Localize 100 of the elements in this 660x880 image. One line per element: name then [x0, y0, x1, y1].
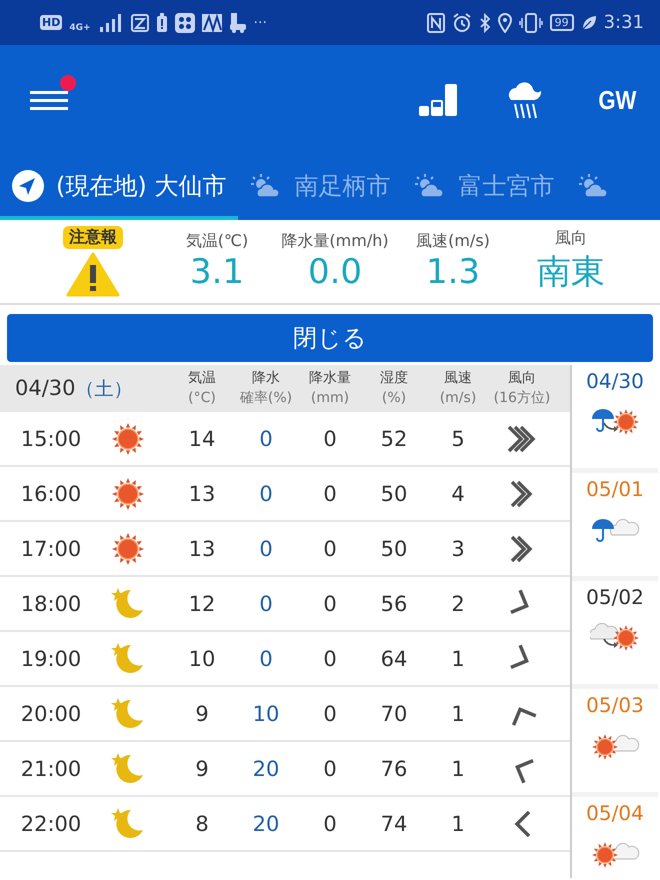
advisory-badge: 注意報: [63, 226, 123, 249]
humidity-cell-text: 50: [380, 482, 408, 506]
temperature-cell-text: 14: [188, 426, 216, 450]
app-grid-icon: [174, 12, 195, 32]
temperature-cell-text: 8: [194, 812, 210, 836]
humidity-cell-text: 52: [380, 426, 408, 450]
column-heading: 湿度: [380, 368, 408, 388]
clock-time: 3:31: [604, 12, 644, 33]
precip-amount-cell-text: 0: [322, 702, 338, 726]
column-unit: 確率(%): [240, 388, 292, 408]
time-cell-text: 16:00: [20, 482, 82, 506]
wind-speed-cell-text: 3: [450, 536, 466, 560]
date-heading: 04/30（土）: [14, 376, 134, 402]
humidity-cell-text: 64: [380, 646, 408, 670]
time-cell-text: 20:00: [20, 702, 82, 726]
precip-probability-cell-text: 20: [252, 756, 280, 780]
battery-level: 99: [550, 14, 574, 31]
precip-amount-cell-text: 0: [322, 646, 338, 670]
day-date: 04/30: [586, 369, 644, 393]
day-card[interactable]: 05/01: [572, 473, 658, 576]
ranking-steps-icon[interactable]: [419, 82, 458, 118]
day-date: 05/03: [586, 693, 644, 717]
time-cell-text: 17:00: [20, 536, 82, 560]
column-unit: (mm): [310, 388, 350, 408]
gw-button[interactable]: GW: [598, 84, 637, 116]
column-unit: (°C): [188, 388, 216, 408]
wind-speed-cell-text: 1: [450, 756, 466, 780]
location-icon: [498, 12, 512, 32]
precip-probability-cell-text: 20: [252, 812, 280, 836]
column-heading: 降水: [252, 368, 280, 388]
temperature-cell-text: 10: [188, 646, 216, 670]
humidity-cell-text: 74: [380, 812, 408, 836]
day-date: 05/04: [586, 801, 644, 825]
alarm-icon: [452, 12, 472, 32]
battery-alert-icon: [156, 12, 168, 32]
wind-speed-cell-text: 5: [450, 426, 466, 450]
day-card[interactable]: 05/02: [572, 581, 658, 684]
day-card[interactable]: 05/03: [572, 689, 658, 792]
signal-icon: [98, 12, 124, 32]
temperature-cell-text: 12: [188, 592, 216, 616]
nfc-icon: [426, 12, 445, 32]
precip-probability-cell-text: 0: [258, 482, 274, 506]
vibrate-icon: [518, 12, 543, 32]
network-type-label: HD: [40, 15, 62, 30]
stat-value: 0.0: [308, 252, 362, 292]
column-heading: 降水量: [309, 368, 351, 388]
warning-icon: [66, 251, 120, 297]
stat-label: 風向: [555, 228, 587, 249]
close-button[interactable]: 閉じる: [7, 314, 653, 362]
column-unit: (%): [382, 388, 406, 408]
wind-speed-cell-text: 2: [450, 592, 466, 616]
precip-probability-cell-text: 0: [258, 536, 274, 560]
humidity-cell-text: 50: [380, 536, 408, 560]
wind-speed-cell-text: 1: [450, 812, 466, 836]
time-cell-text: 19:00: [20, 646, 82, 670]
wind-speed-cell-text: 1: [450, 646, 466, 670]
stat-label: 風速(m/s): [416, 231, 490, 252]
temperature-cell-text: 9: [194, 756, 210, 780]
temperature-cell-text: 13: [188, 482, 216, 506]
precip-amount-cell-text: 0: [322, 756, 338, 780]
temperature-cell-text: 13: [188, 536, 216, 560]
leaf-icon: [580, 14, 597, 30]
bluetooth-icon: [478, 12, 491, 32]
precip-probability-cell-text: 0: [258, 426, 274, 450]
precip-amount-cell-text: 0: [322, 536, 338, 560]
time-cell-text: 15:00: [20, 426, 82, 450]
wind-speed-cell-text: 4: [450, 482, 466, 506]
chart-app-icon: [202, 14, 222, 32]
stat-label: 降水量(mm/h): [281, 231, 389, 252]
time-cell-text: 18:00: [20, 592, 82, 616]
day-card[interactable]: 05/04: [572, 797, 658, 878]
day-card[interactable]: 04/30: [572, 365, 658, 468]
city-tab[interactable]: (現在地) 大仙市: [0, 155, 238, 220]
stat-value: 3.1: [190, 252, 244, 292]
more-notifications-label: ···: [254, 14, 267, 30]
column-heading: 風速: [444, 368, 472, 388]
network-label: 4G+: [69, 22, 91, 32]
column-unit: (16方位): [494, 388, 550, 408]
column-unit: (m/s): [440, 388, 476, 408]
column-heading: 風向: [508, 368, 536, 388]
column-heading: 気温: [188, 368, 216, 388]
day-date: 05/01: [586, 477, 644, 501]
app-icon: [130, 14, 149, 32]
time-cell-text: 21:00: [20, 756, 82, 780]
stat-value: 1.3: [426, 252, 480, 292]
precip-amount-cell-text: 0: [322, 482, 338, 506]
stat-label: 気温(℃): [186, 231, 248, 252]
precip-probability-cell-text: 0: [258, 646, 274, 670]
precip-probability-cell-text: 10: [252, 702, 280, 726]
time-cell-text: 22:00: [20, 812, 82, 836]
humidity-cell-text: 70: [380, 702, 408, 726]
precip-amount-cell-text: 0: [322, 812, 338, 836]
navigation-icon: [12, 170, 44, 202]
humidity-cell-text: 56: [380, 592, 408, 616]
precip-amount-cell-text: 0: [322, 592, 338, 616]
wind-speed-cell-text: 1: [450, 702, 466, 726]
temperature-cell-text: 9: [194, 702, 210, 726]
precip-probability-cell-text: 0: [258, 592, 274, 616]
stat-value: 南東: [537, 251, 605, 294]
day-date: 05/02: [586, 585, 644, 609]
